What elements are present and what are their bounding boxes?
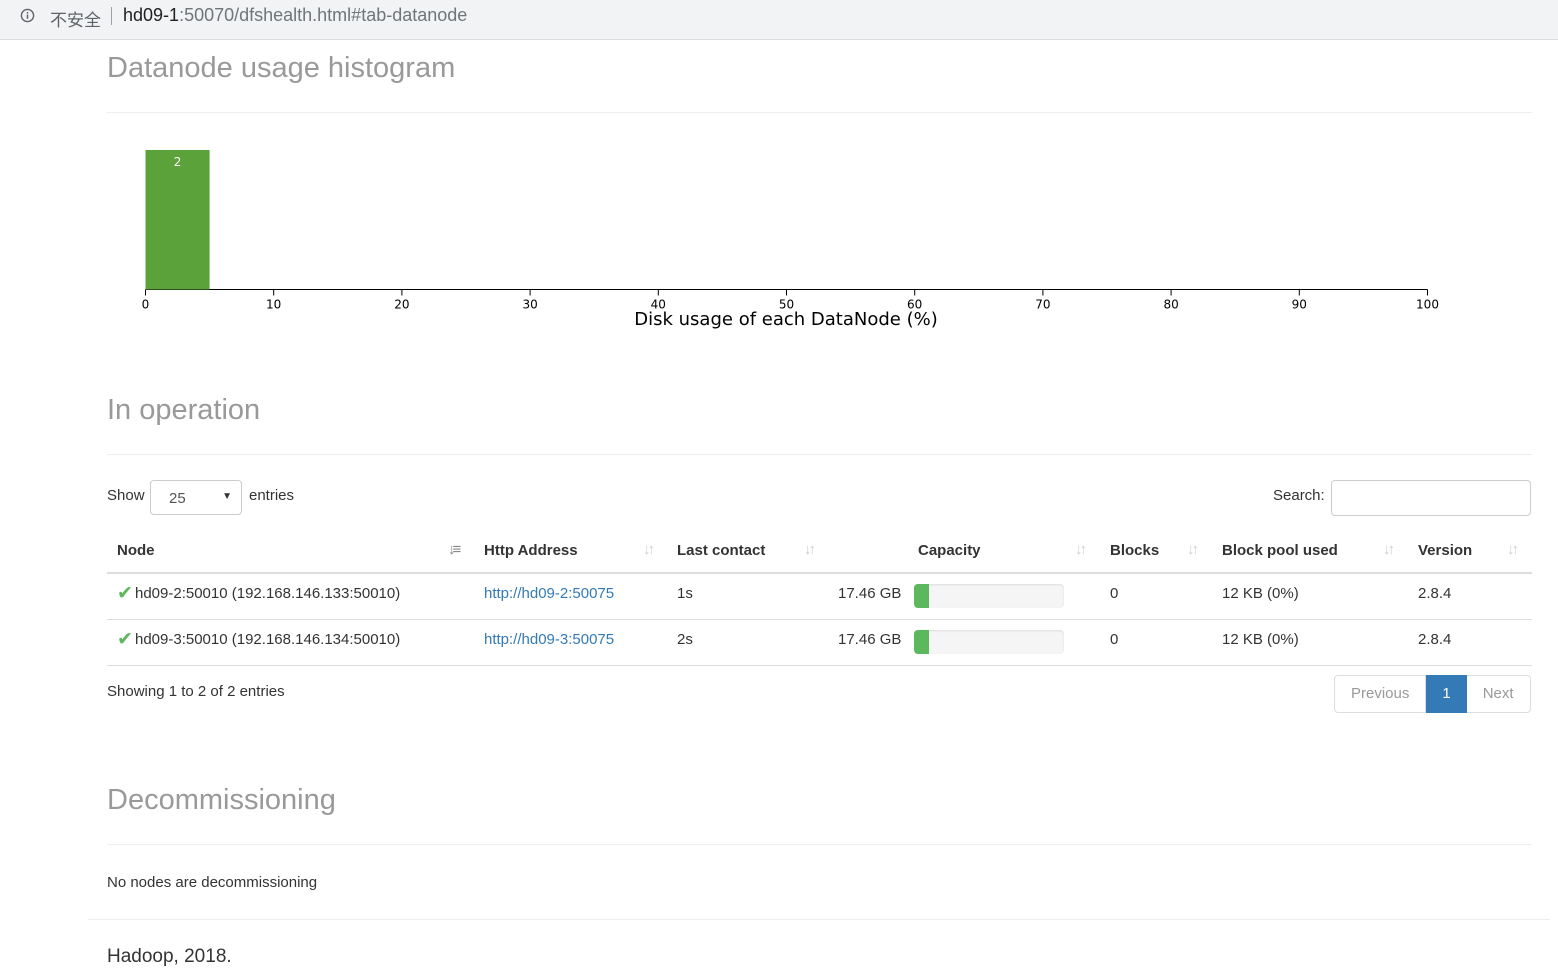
capacity-value: 17.46 GB xyxy=(838,631,902,648)
col-header-http[interactable]: Http Address xyxy=(484,542,578,559)
capacity-progress-fill xyxy=(914,630,929,654)
in-operation-title: In operation xyxy=(107,394,261,426)
url-text[interactable]: hd09-1:50070/dfshealth.html#tab-datanode xyxy=(123,5,467,26)
x-tick-label: 90 xyxy=(1292,298,1307,312)
sort-icon[interactable]: ↓↑ xyxy=(643,541,655,558)
bar-count-label: 2 xyxy=(174,155,182,169)
node-name: hd09-2:50010 (192.168.146.133:50010) xyxy=(135,585,401,602)
sort-asc-icon[interactable]: ↓≡ xyxy=(448,541,461,558)
search-label: Search: xyxy=(1273,487,1325,504)
histogram-bars: 2 xyxy=(145,150,210,290)
decommissioning-message: No nodes are decommissioning xyxy=(107,874,318,891)
footer-text: Hadoop, 2018. xyxy=(107,946,232,967)
x-tick-label: 70 xyxy=(1035,298,1050,312)
col-header-last-contact[interactable]: Last contact xyxy=(677,542,765,559)
x-tick-label: 100 xyxy=(1416,298,1439,312)
x-tick-label: 30 xyxy=(522,298,537,312)
sort-icon[interactable]: ↓↑ xyxy=(1507,541,1519,558)
last-contact: 2s xyxy=(677,631,693,648)
info-icon[interactable] xyxy=(20,8,35,23)
table-row: ✔ hd09-2:50010 (192.168.146.133:50010) h… xyxy=(107,573,1532,620)
version-value: 2.8.4 xyxy=(1418,631,1452,648)
col-header-block-pool[interactable]: Block pool used xyxy=(1222,542,1338,559)
x-tick-label: 0 xyxy=(142,298,150,312)
url-path: :50070/dfshealth.html#tab-datanode xyxy=(179,5,468,25)
capacity-progress-bar xyxy=(914,630,1064,654)
caret-down-icon: ▼ xyxy=(222,491,232,502)
page-1-button[interactable]: 1 xyxy=(1426,675,1467,713)
check-icon: ✔ xyxy=(117,629,133,650)
block-pool-used: 12 KB (0%) xyxy=(1222,631,1299,648)
sort-icon[interactable]: ↓↑ xyxy=(1187,541,1199,558)
divider xyxy=(107,844,1532,845)
page-length-select[interactable]: 25 ▼ xyxy=(150,480,242,515)
blocks-value: 0 xyxy=(1110,631,1119,648)
divider xyxy=(107,112,1532,113)
security-label[interactable]: 不安全 xyxy=(50,6,101,31)
col-header-node[interactable]: Node xyxy=(117,542,155,559)
x-axis-label: Disk usage of each DataNode (%) xyxy=(634,309,937,330)
capacity-progress-fill xyxy=(914,584,929,608)
usage-histogram-chart: 0 10 20 30 40 50 60 70 80 90 100 2 Disk usage of e… xyxy=(142,150,1439,330)
col-header-blocks[interactable]: Blocks xyxy=(1110,542,1159,559)
histogram-title: Datanode usage histogram xyxy=(107,52,456,84)
table-row: ✔ hd09-3:50010 (192.168.146.134:50010) h… xyxy=(107,619,1532,666)
last-contact: 1s xyxy=(677,585,693,602)
sort-icon[interactable]: ↓↑ xyxy=(1383,541,1395,558)
capacity-progress-bar xyxy=(914,584,1064,608)
http-address-link[interactable]: http://hd09-2:50075 xyxy=(484,585,614,602)
show-label: Show xyxy=(107,487,145,504)
check-icon: ✔ xyxy=(117,583,133,604)
sort-icon[interactable]: ↓↑ xyxy=(804,541,816,558)
pagination: Previous 1 Next xyxy=(1334,675,1531,713)
blocks-value: 0 xyxy=(1110,585,1119,602)
search-input[interactable] xyxy=(1331,480,1531,516)
x-tick-label: 80 xyxy=(1163,298,1178,312)
version-value: 2.8.4 xyxy=(1418,585,1452,602)
x-tick-label: 10 xyxy=(266,298,281,312)
previous-button[interactable]: Previous xyxy=(1334,675,1427,713)
table-info: Showing 1 to 2 of 2 entries xyxy=(107,683,285,700)
http-address-link[interactable]: http://hd09-3:50075 xyxy=(484,631,614,648)
sort-icon[interactable]: ↓↑ xyxy=(1075,541,1087,558)
entries-label: entries xyxy=(249,487,295,504)
page-length-value: 25 xyxy=(169,490,186,507)
block-pool-used: 12 KB (0%) xyxy=(1222,585,1299,602)
address-divider xyxy=(111,7,112,25)
capacity-value: 17.46 GB xyxy=(838,585,902,602)
histogram-bar xyxy=(145,150,210,290)
x-tick-label: 20 xyxy=(394,298,409,312)
decommissioning-title: Decommissioning xyxy=(107,784,336,816)
divider xyxy=(107,454,1532,455)
table-header: Node ↓≡ Http Address ↓↑ Last contact ↓↑ … xyxy=(107,533,1532,574)
address-bar[interactable]: 不安全 hd09-1:50070/dfshealth.html#tab-data… xyxy=(0,0,1558,40)
col-header-version[interactable]: Version xyxy=(1418,542,1472,559)
url-host: hd09-1 xyxy=(123,5,180,25)
col-header-capacity[interactable]: Capacity xyxy=(918,542,981,559)
next-button[interactable]: Next xyxy=(1466,675,1531,713)
footer-divider xyxy=(88,919,1550,920)
node-name: hd09-3:50010 (192.168.146.134:50010) xyxy=(135,631,401,648)
